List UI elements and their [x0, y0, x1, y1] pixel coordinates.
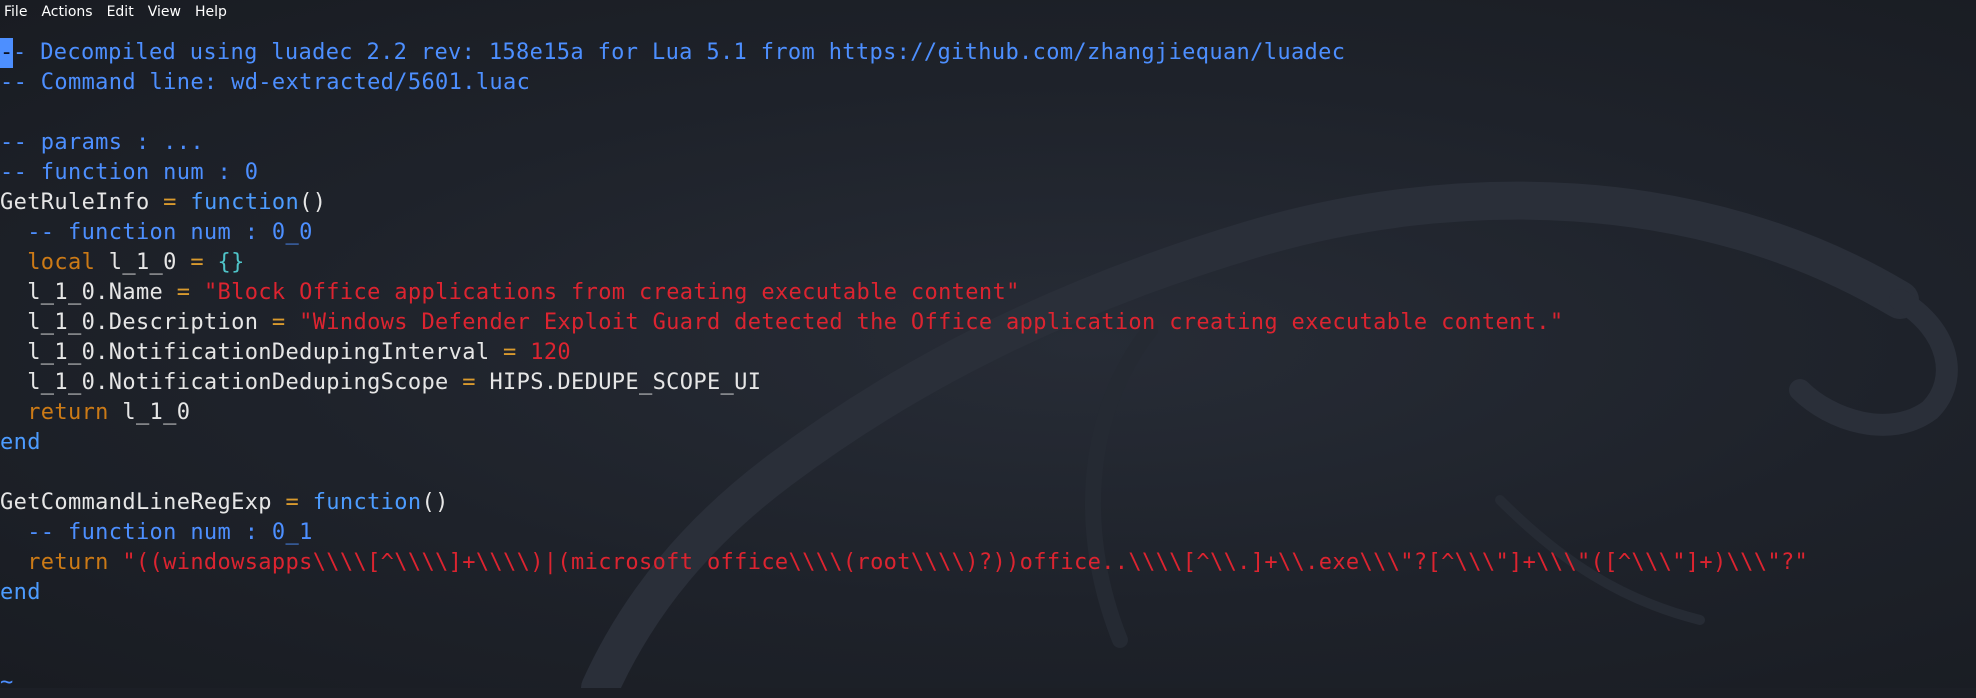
code-line: l_1_0.NotificationDedupingInterval = 120: [0, 338, 1976, 368]
code-line: end: [0, 578, 1976, 608]
code-token-str: "Block Office applications from creating…: [190, 280, 1020, 305]
code-token-ident: l_1_0: [108, 400, 191, 425]
code-token-kw: local: [0, 250, 96, 275]
code-token-ident: GetRuleInfo: [0, 190, 164, 215]
code-token-op: =: [503, 340, 517, 365]
code-token-comment: -- function num : 0_0: [0, 220, 313, 245]
code-line: return "((windowsapps\\\\[^\\\\]+\\\\)|(…: [0, 548, 1976, 578]
code-line: end: [0, 428, 1976, 458]
code-line: l_1_0.Name = "Block Office applications …: [0, 278, 1976, 308]
code-token-ident: (): [421, 490, 449, 515]
text-cursor: -: [0, 38, 13, 68]
code-line: GetCommandLineRegExp = function(): [0, 488, 1976, 518]
code-token-end: end: [0, 580, 41, 605]
code-editor[interactable]: -- Decompiled using luadec 2.2 rev: 158e…: [0, 38, 1976, 695]
code-token-num: 120: [516, 340, 572, 365]
code-token-comment: -- params : ...: [0, 130, 204, 155]
code-token-str: "((windowsapps\\\\[^\\\\]+\\\\)|(microso…: [108, 550, 1809, 575]
code-token-fn: function: [299, 490, 422, 515]
code-line: local l_1_0 = {}: [0, 248, 1976, 278]
code-line: -- function num : 0: [0, 158, 1976, 188]
code-token-ident: HIPS.DEDUPE_SCOPE_UI: [475, 370, 762, 395]
code-token-comment: - Decompiled using luadec 2.2 rev: 158e1…: [13, 40, 1346, 65]
menu-bar: File Actions Edit View Help: [0, 0, 1976, 24]
code-line: -- Decompiled using luadec 2.2 rev: 158e…: [0, 38, 1976, 68]
code-token-op: =: [163, 190, 177, 215]
code-token-op: =: [271, 310, 286, 335]
code-token-op: =: [190, 250, 204, 275]
code-token-op: =: [285, 490, 300, 515]
code-line: l_1_0.NotificationDedupingScope = HIPS.D…: [0, 368, 1976, 398]
code-line: GetRuleInfo = function(): [0, 188, 1976, 218]
code-token-comment: -- Command line: wd-extracted/5601.luac: [0, 70, 531, 95]
menu-actions[interactable]: Actions: [37, 0, 102, 24]
code-line: -- function num : 0_0: [0, 218, 1976, 248]
code-line: l_1_0.Description = "Windows Defender Ex…: [0, 308, 1976, 338]
code-token-ident: l_1_0.NotificationDedupingScope: [0, 370, 463, 395]
code-token-ident: l_1_0.Name: [0, 280, 177, 305]
code-token-fn: function: [176, 190, 300, 215]
code-line: return l_1_0: [0, 398, 1976, 428]
code-token-op: =: [176, 280, 191, 305]
code-token-ident: (): [299, 190, 327, 215]
code-line: ~: [0, 668, 1976, 698]
code-token-end: end: [0, 430, 41, 455]
code-token-op: =: [462, 370, 476, 395]
code-line: -- params : ...: [0, 128, 1976, 158]
code-token-ident: l_1_0.NotificationDedupingInterval: [0, 340, 504, 365]
menu-edit[interactable]: Edit: [103, 0, 144, 24]
menu-file[interactable]: File: [0, 0, 37, 24]
code-token-ident: l_1_0: [95, 250, 191, 275]
code-token-kw: return: [0, 550, 109, 575]
code-line: -- function num : 0_1: [0, 518, 1976, 548]
code-token-kw: return: [0, 400, 109, 425]
code-token-comment: -- function num : 0: [0, 160, 259, 185]
code-line: -- Command line: wd-extracted/5601.luac: [0, 68, 1976, 98]
code-token-comment: -- function num : 0_1: [0, 520, 313, 545]
menu-view[interactable]: View: [144, 0, 191, 24]
code-token-str: "Windows Defender Exploit Guard detected…: [285, 310, 1564, 335]
code-token-ident: GetCommandLineRegExp: [0, 490, 286, 515]
menu-help[interactable]: Help: [191, 0, 237, 24]
code-token-ident: l_1_0.Description: [0, 310, 272, 335]
code-token-brace: {}: [203, 250, 245, 275]
code-token-tilde: ~: [0, 670, 14, 695]
